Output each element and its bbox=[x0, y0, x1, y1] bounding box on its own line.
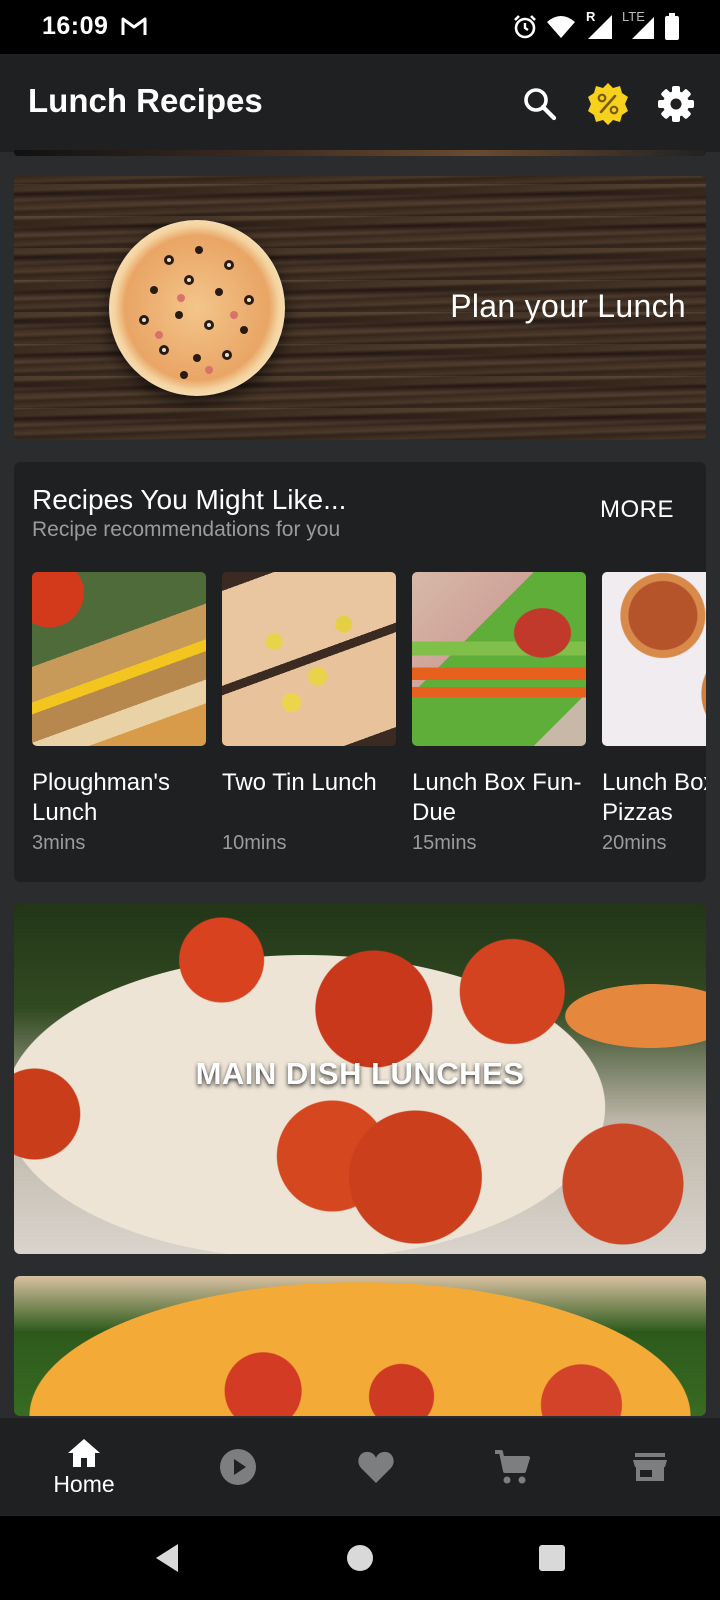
discount-button[interactable] bbox=[586, 82, 630, 126]
recipe-time: 20mins bbox=[602, 832, 667, 854]
recipe-name: Two Tin Lunch bbox=[222, 769, 377, 796]
play-circle-icon bbox=[220, 1449, 256, 1485]
nav-home-label: Home bbox=[53, 1470, 115, 1497]
signal-2-icon bbox=[632, 17, 654, 39]
recipe-thumbnail bbox=[222, 572, 396, 746]
signal-roaming: R bbox=[584, 9, 614, 41]
discount-badge-icon bbox=[588, 83, 628, 125]
category-next[interactable] bbox=[14, 1276, 706, 1416]
system-nav bbox=[0, 1516, 720, 1600]
nav-home[interactable]: Home bbox=[12, 1418, 156, 1516]
recipe-name: Lunch Box Fun-Due bbox=[412, 769, 582, 826]
plan-lunch-banner[interactable]: Plan your Lunch bbox=[14, 176, 706, 440]
cart-icon bbox=[495, 1450, 530, 1484]
recipe-name: Ploughman's Lunch bbox=[32, 769, 170, 826]
recipe-card-fun-due[interactable]: Lunch Box Fun-Due 15mins bbox=[412, 572, 586, 855]
home-circle-icon[interactable] bbox=[342, 1540, 378, 1576]
more-button[interactable]: MORE bbox=[600, 496, 674, 524]
recents-icon[interactable] bbox=[534, 1540, 570, 1576]
nav-cart[interactable] bbox=[440, 1418, 584, 1516]
recipe-thumbnail bbox=[32, 572, 206, 746]
recipe-card-pizzas[interactable]: Lunch Box Pizzas 20mins bbox=[602, 572, 706, 855]
recommendations-card: Recipes You Might Like... Recipe recomme… bbox=[14, 462, 706, 882]
heart-icon bbox=[358, 1451, 394, 1483]
recipe-name: Lunch Box Pizzas bbox=[602, 769, 706, 826]
store-icon bbox=[633, 1453, 667, 1481]
recipe-card-ploughmans[interactable]: Ploughman's Lunch 3mins bbox=[32, 572, 206, 855]
app-title: Lunch Recipes bbox=[28, 82, 263, 119]
recipe-thumbnail bbox=[602, 572, 706, 746]
recipe-card-two-tin[interactable]: Two Tin Lunch 10mins bbox=[222, 572, 396, 855]
signal-icon bbox=[588, 15, 612, 39]
search-button[interactable] bbox=[518, 82, 562, 126]
pizza-toppings bbox=[139, 246, 254, 379]
previous-card-edge bbox=[14, 150, 706, 156]
nav-store[interactable] bbox=[578, 1418, 720, 1516]
settings-button[interactable] bbox=[654, 82, 698, 126]
alarm-icon bbox=[514, 15, 536, 39]
gmail-icon bbox=[121, 17, 147, 35]
recommendations-subtitle: Recipe recommendations for you bbox=[32, 518, 341, 541]
recommendations-title: Recipes You Might Like... bbox=[32, 484, 347, 515]
nav-videos[interactable] bbox=[166, 1418, 310, 1516]
status-time: 16:09 bbox=[42, 12, 109, 40]
wifi-icon bbox=[547, 16, 575, 38]
search-icon bbox=[524, 88, 557, 121]
settings-icon bbox=[658, 86, 694, 122]
category-main-dish[interactable]: MAIN DISH LUNCHES bbox=[14, 904, 706, 1254]
banner-text: Plan your Lunch bbox=[450, 288, 686, 324]
recipe-carousel[interactable]: Ploughman's Lunch 3mins Two Tin Lunch 10… bbox=[32, 572, 706, 862]
lte-signal: LTE bbox=[622, 9, 656, 41]
bottom-nav: Home bbox=[0, 1418, 720, 1516]
back-icon[interactable] bbox=[150, 1540, 186, 1576]
nav-favorites[interactable] bbox=[304, 1418, 448, 1516]
app-bar: Lunch Recipes bbox=[0, 54, 720, 152]
category-label: MAIN DISH LUNCHES bbox=[195, 1056, 525, 1091]
recipe-time: 10mins bbox=[222, 832, 287, 854]
recipe-thumbnail bbox=[412, 572, 586, 746]
pizza-image bbox=[109, 220, 285, 396]
recipe-time: 15mins bbox=[412, 832, 477, 854]
status-bar: 16:09 R LTE bbox=[0, 0, 720, 54]
status-icons: R LTE bbox=[512, 9, 680, 42]
home-icon bbox=[68, 1438, 100, 1467]
recipe-time: 3mins bbox=[32, 832, 86, 854]
battery-icon bbox=[665, 13, 679, 40]
